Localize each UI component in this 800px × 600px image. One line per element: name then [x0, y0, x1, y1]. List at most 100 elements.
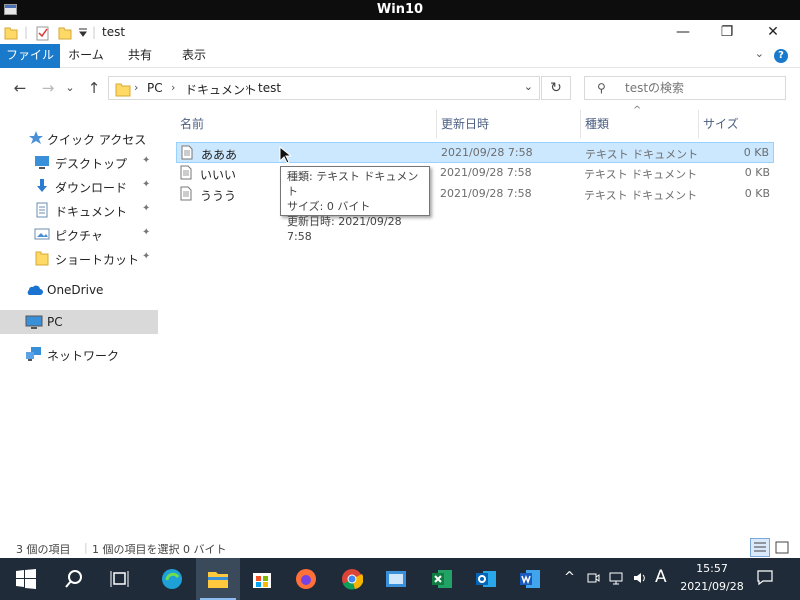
- taskbar-excel[interactable]: [420, 558, 464, 600]
- taskbar-word[interactable]: [508, 558, 552, 600]
- tab-share[interactable]: 共有: [114, 44, 166, 68]
- vm-title: Win10: [376, 2, 424, 17]
- sidebar-item-downloads[interactable]: ダウンロード ✦: [0, 174, 158, 198]
- pin-icon[interactable]: ✦: [142, 203, 150, 214]
- file-size: 0 KB: [744, 166, 770, 179]
- pin-icon[interactable]: ✦: [142, 227, 150, 238]
- sidebar-item-pictures[interactable]: ピクチャ ✦: [0, 222, 158, 246]
- sidebar-item-network[interactable]: ネットワーク: [0, 342, 158, 366]
- start-button[interactable]: [4, 558, 48, 600]
- edge-icon: [162, 569, 182, 589]
- navigation-bar: ← → ⌄ ↑ › PC › ドキュメント › test ⌄ ↻ ⚲: [0, 68, 800, 110]
- file-explorer-icon: [208, 572, 228, 588]
- clock-time[interactable]: 15:57: [690, 562, 734, 575]
- mouse-cursor-icon: [279, 146, 291, 164]
- search-box[interactable]: ⚲: [584, 76, 786, 100]
- folder-icon: [115, 83, 131, 97]
- selection-info: 1 個の項目を選択 0 バイト: [92, 543, 227, 556]
- ime-indicator[interactable]: A: [655, 567, 667, 587]
- file-tooltip: 種類: テキスト ドキュメント サイズ: 0 バイト 更新日時: 2021/09…: [280, 166, 430, 243]
- up-button[interactable]: ↑: [84, 78, 104, 98]
- address-history-dropdown[interactable]: ⌄: [524, 80, 533, 93]
- text-file-icon: [180, 165, 192, 180]
- windows-logo-icon: [16, 569, 36, 589]
- taskbar-firefox[interactable]: [284, 558, 328, 600]
- minimize-button[interactable]: —: [660, 20, 706, 44]
- tab-home[interactable]: ホーム: [60, 44, 112, 68]
- forward-button[interactable]: →: [38, 78, 58, 98]
- search-input[interactable]: [625, 80, 775, 96]
- ribbon-expand-icon[interactable]: ⌄: [755, 47, 764, 60]
- sidebar-item-pc[interactable]: PC: [0, 310, 158, 334]
- sidebar-item-desktop[interactable]: デスクトップ ✦: [0, 150, 158, 174]
- breadcrumb-pc[interactable]: PC: [147, 81, 163, 95]
- clock-date[interactable]: 2021/09/28: [676, 580, 748, 593]
- file-date: 2021/09/28 7:58: [440, 166, 532, 179]
- taskbar-file-explorer[interactable]: [196, 558, 240, 600]
- refresh-button[interactable]: ↻: [541, 76, 571, 100]
- file-list: 名前 更新日時 種類 サイズ ^ あああ 2021/09/28 7:58 テキス…: [160, 105, 800, 538]
- close-button[interactable]: ✕: [750, 20, 796, 44]
- firefox-icon: [296, 569, 316, 589]
- file-row[interactable]: ううう 2021/09/28 7:58 テキスト ドキュメント 0 KB: [176, 184, 774, 205]
- large-icons-view-button[interactable]: [772, 538, 792, 557]
- sidebar-item-shortcuts[interactable]: ショートカット ✦: [0, 246, 158, 270]
- details-view-button[interactable]: [750, 538, 770, 557]
- column-header-name[interactable]: 名前: [176, 110, 434, 138]
- search-icon: ⚲: [597, 81, 606, 95]
- taskbar-chrome[interactable]: [330, 558, 374, 600]
- network-status-icon[interactable]: [608, 570, 624, 586]
- search-button[interactable]: [52, 558, 96, 600]
- breadcrumb-separator[interactable]: ›: [245, 81, 249, 94]
- new-folder-icon[interactable]: [58, 25, 72, 41]
- maximize-button[interactable]: ❐: [704, 20, 750, 44]
- file-name: あああ: [201, 148, 238, 162]
- file-date: 2021/09/28 7:58: [441, 146, 533, 159]
- help-icon[interactable]: ?: [774, 49, 788, 63]
- recent-locations-button[interactable]: ⌄: [60, 78, 80, 98]
- breadcrumb-separator[interactable]: ›: [134, 81, 138, 94]
- search-icon: [65, 570, 82, 588]
- separator: |: [24, 25, 29, 39]
- item-count: 3 個の項目: [16, 543, 71, 556]
- vm-titlebar: Win10: [0, 0, 800, 20]
- details-view-icon: [754, 542, 766, 552]
- column-header-date[interactable]: 更新日時: [436, 110, 578, 138]
- breadcrumb-separator[interactable]: ›: [171, 81, 175, 94]
- taskbar-outlook[interactable]: [464, 558, 508, 600]
- pin-icon[interactable]: ✦: [142, 155, 150, 166]
- notifications-icon[interactable]: [756, 568, 774, 586]
- file-type: テキスト ドキュメント: [585, 148, 699, 161]
- volume-icon[interactable]: [632, 570, 648, 586]
- explorer-titlebar: | | test — ❐ ✕: [0, 20, 800, 44]
- customize-quick-access-icon[interactable]: [78, 28, 88, 38]
- show-hidden-icons-button[interactable]: ^: [564, 570, 575, 585]
- folder-icon[interactable]: [4, 25, 18, 41]
- breadcrumb-test[interactable]: test: [258, 81, 281, 95]
- file-size: 0 KB: [743, 146, 769, 159]
- tab-file[interactable]: ファイル: [0, 44, 60, 68]
- sidebar-item-label: ドキュメント: [55, 205, 128, 219]
- pc-icon: [25, 315, 43, 329]
- tooltip-modified: 更新日時: 2021/09/28 7:58: [287, 215, 402, 243]
- address-bar[interactable]: › PC › ドキュメント › test ⌄: [108, 76, 540, 100]
- pin-icon[interactable]: ✦: [142, 251, 150, 262]
- sidebar-item-documents[interactable]: ドキュメント ✦: [0, 198, 158, 222]
- taskbar-edge[interactable]: [150, 558, 194, 600]
- taskbar-store[interactable]: [240, 558, 284, 600]
- column-header-size[interactable]: サイズ: [698, 110, 778, 138]
- task-view-button[interactable]: [98, 558, 142, 600]
- properties-icon[interactable]: [36, 25, 50, 41]
- tab-view[interactable]: 表示: [168, 44, 220, 68]
- network-icon: [26, 347, 41, 361]
- separator: |: [92, 25, 97, 39]
- sidebar-item-quick-access[interactable]: クイック アクセス: [0, 126, 158, 150]
- back-button[interactable]: ←: [10, 78, 30, 98]
- taskbar-control-panel[interactable]: [374, 558, 418, 600]
- sidebar-item-onedrive[interactable]: OneDrive: [0, 278, 158, 302]
- pin-icon[interactable]: ✦: [142, 179, 150, 190]
- sidebar-item-label: クイック アクセス: [47, 133, 147, 147]
- file-row[interactable]: あああ 2021/09/28 7:58 テキスト ドキュメント 0 KB: [176, 142, 774, 163]
- file-row[interactable]: いいい 2021/09/28 7:58 テキスト ドキュメント 0 KB: [176, 163, 774, 184]
- meet-now-icon[interactable]: [586, 570, 600, 586]
